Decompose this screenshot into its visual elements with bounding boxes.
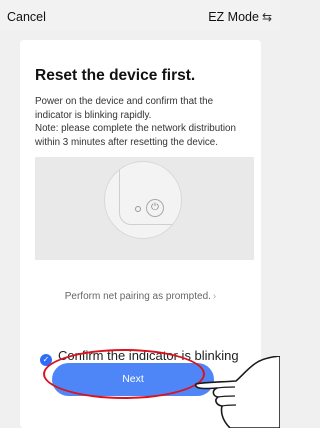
- swap-icon: ⇆: [261, 10, 272, 24]
- ez-mode-switch[interactable]: EZ Mode ⇆: [208, 10, 272, 24]
- cancel-button[interactable]: Cancel: [7, 10, 46, 24]
- confirm-label-line: Confirm the indicator is blinking: [58, 348, 239, 363]
- net-pairing-link[interactable]: Perform net pairing as prompted. ›: [20, 291, 261, 302]
- reset-instructions-card: Reset the device first. Power on the dev…: [20, 40, 261, 428]
- instructions-line: indicator is blinking rapidly.: [35, 109, 152, 121]
- chevron-right-icon: ›: [212, 291, 217, 302]
- instructions-line: within 3 minutes after resetting the dev…: [35, 136, 218, 148]
- net-pairing-label: Perform net pairing as prompted.: [64, 291, 211, 302]
- top-bar: Cancel EZ Mode ⇆: [0, 0, 280, 30]
- next-button[interactable]: Next: [52, 363, 214, 396]
- page-title: Reset the device first.: [35, 67, 196, 84]
- power-icon: ⏻: [146, 199, 164, 217]
- device-illustration: ⏻: [35, 157, 254, 260]
- ez-mode-label: EZ Mode: [208, 10, 259, 24]
- instructions-text: Power on the device and confirm that the…: [35, 95, 260, 149]
- indicator-light-icon: [135, 206, 141, 212]
- device-closeup: ⏻: [104, 161, 182, 239]
- instructions-line: Note: please complete the network distri…: [35, 123, 236, 134]
- checkmark-icon[interactable]: ✓: [40, 354, 52, 366]
- instructions-line: Power on the device and confirm that the: [35, 96, 214, 107]
